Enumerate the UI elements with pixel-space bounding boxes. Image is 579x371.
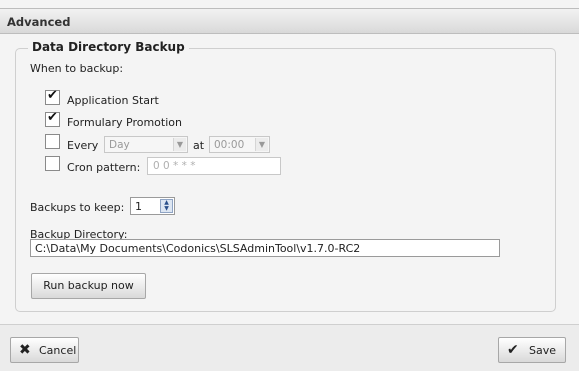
backups-to-keep-label: Backups to keep: [30, 201, 125, 214]
save-button-label: Save [529, 344, 557, 357]
cron-pattern-input[interactable]: 0 0 * * * [147, 157, 281, 175]
every-label: Every [67, 139, 99, 152]
chevron-down-icon: ▼ [173, 138, 186, 151]
cancel-button-label: Cancel [39, 344, 77, 357]
run-backup-button[interactable]: Run backup now [31, 273, 146, 299]
period-select-value: Day [109, 139, 130, 151]
dialog-header: Advanced [0, 8, 579, 34]
checkmark-icon: ✔ [507, 342, 519, 358]
every-checkbox[interactable] [45, 134, 60, 149]
at-label: at [193, 139, 205, 152]
dialog-title: Advanced [7, 15, 71, 29]
cron-pattern-label: Cron pattern: [67, 161, 141, 174]
application-start-checkbox[interactable] [45, 88, 60, 105]
cron-pattern-checkbox[interactable] [45, 156, 60, 171]
dialog-body: Data Directory Backup When to backup: Ap… [0, 34, 579, 324]
time-select-value: 00:00 [214, 139, 245, 151]
dialog-footer: ✖ Cancel ✔ Save [0, 324, 579, 371]
backup-directory-input[interactable]: C:\Data\My Documents\Codonics\SLSAdminTo… [30, 239, 500, 257]
backup-legend: Data Directory Backup [28, 40, 189, 54]
advanced-dialog: Advanced Data Directory Backup When to b… [0, 0, 579, 371]
formulary-promotion-label: Formulary Promotion [67, 116, 182, 129]
time-select[interactable]: 00:00 ▼ [209, 136, 270, 153]
close-icon: ✖ [19, 342, 31, 358]
cancel-button[interactable]: ✖ Cancel [10, 337, 79, 363]
save-button[interactable]: ✔ Save [498, 337, 566, 363]
when-to-backup-label: When to backup: [30, 62, 124, 75]
formulary-promotion-checkbox[interactable] [45, 110, 60, 127]
spinner-arrows-icon[interactable]: ▲ ▼ [160, 199, 173, 213]
chevron-down-icon: ▼ [255, 138, 268, 151]
application-start-label: Application Start [67, 94, 159, 107]
backups-to-keep-value: 1 [135, 200, 142, 213]
period-select[interactable]: Day ▼ [104, 136, 188, 153]
backups-to-keep-spinner[interactable]: 1 ▲ ▼ [130, 197, 175, 215]
